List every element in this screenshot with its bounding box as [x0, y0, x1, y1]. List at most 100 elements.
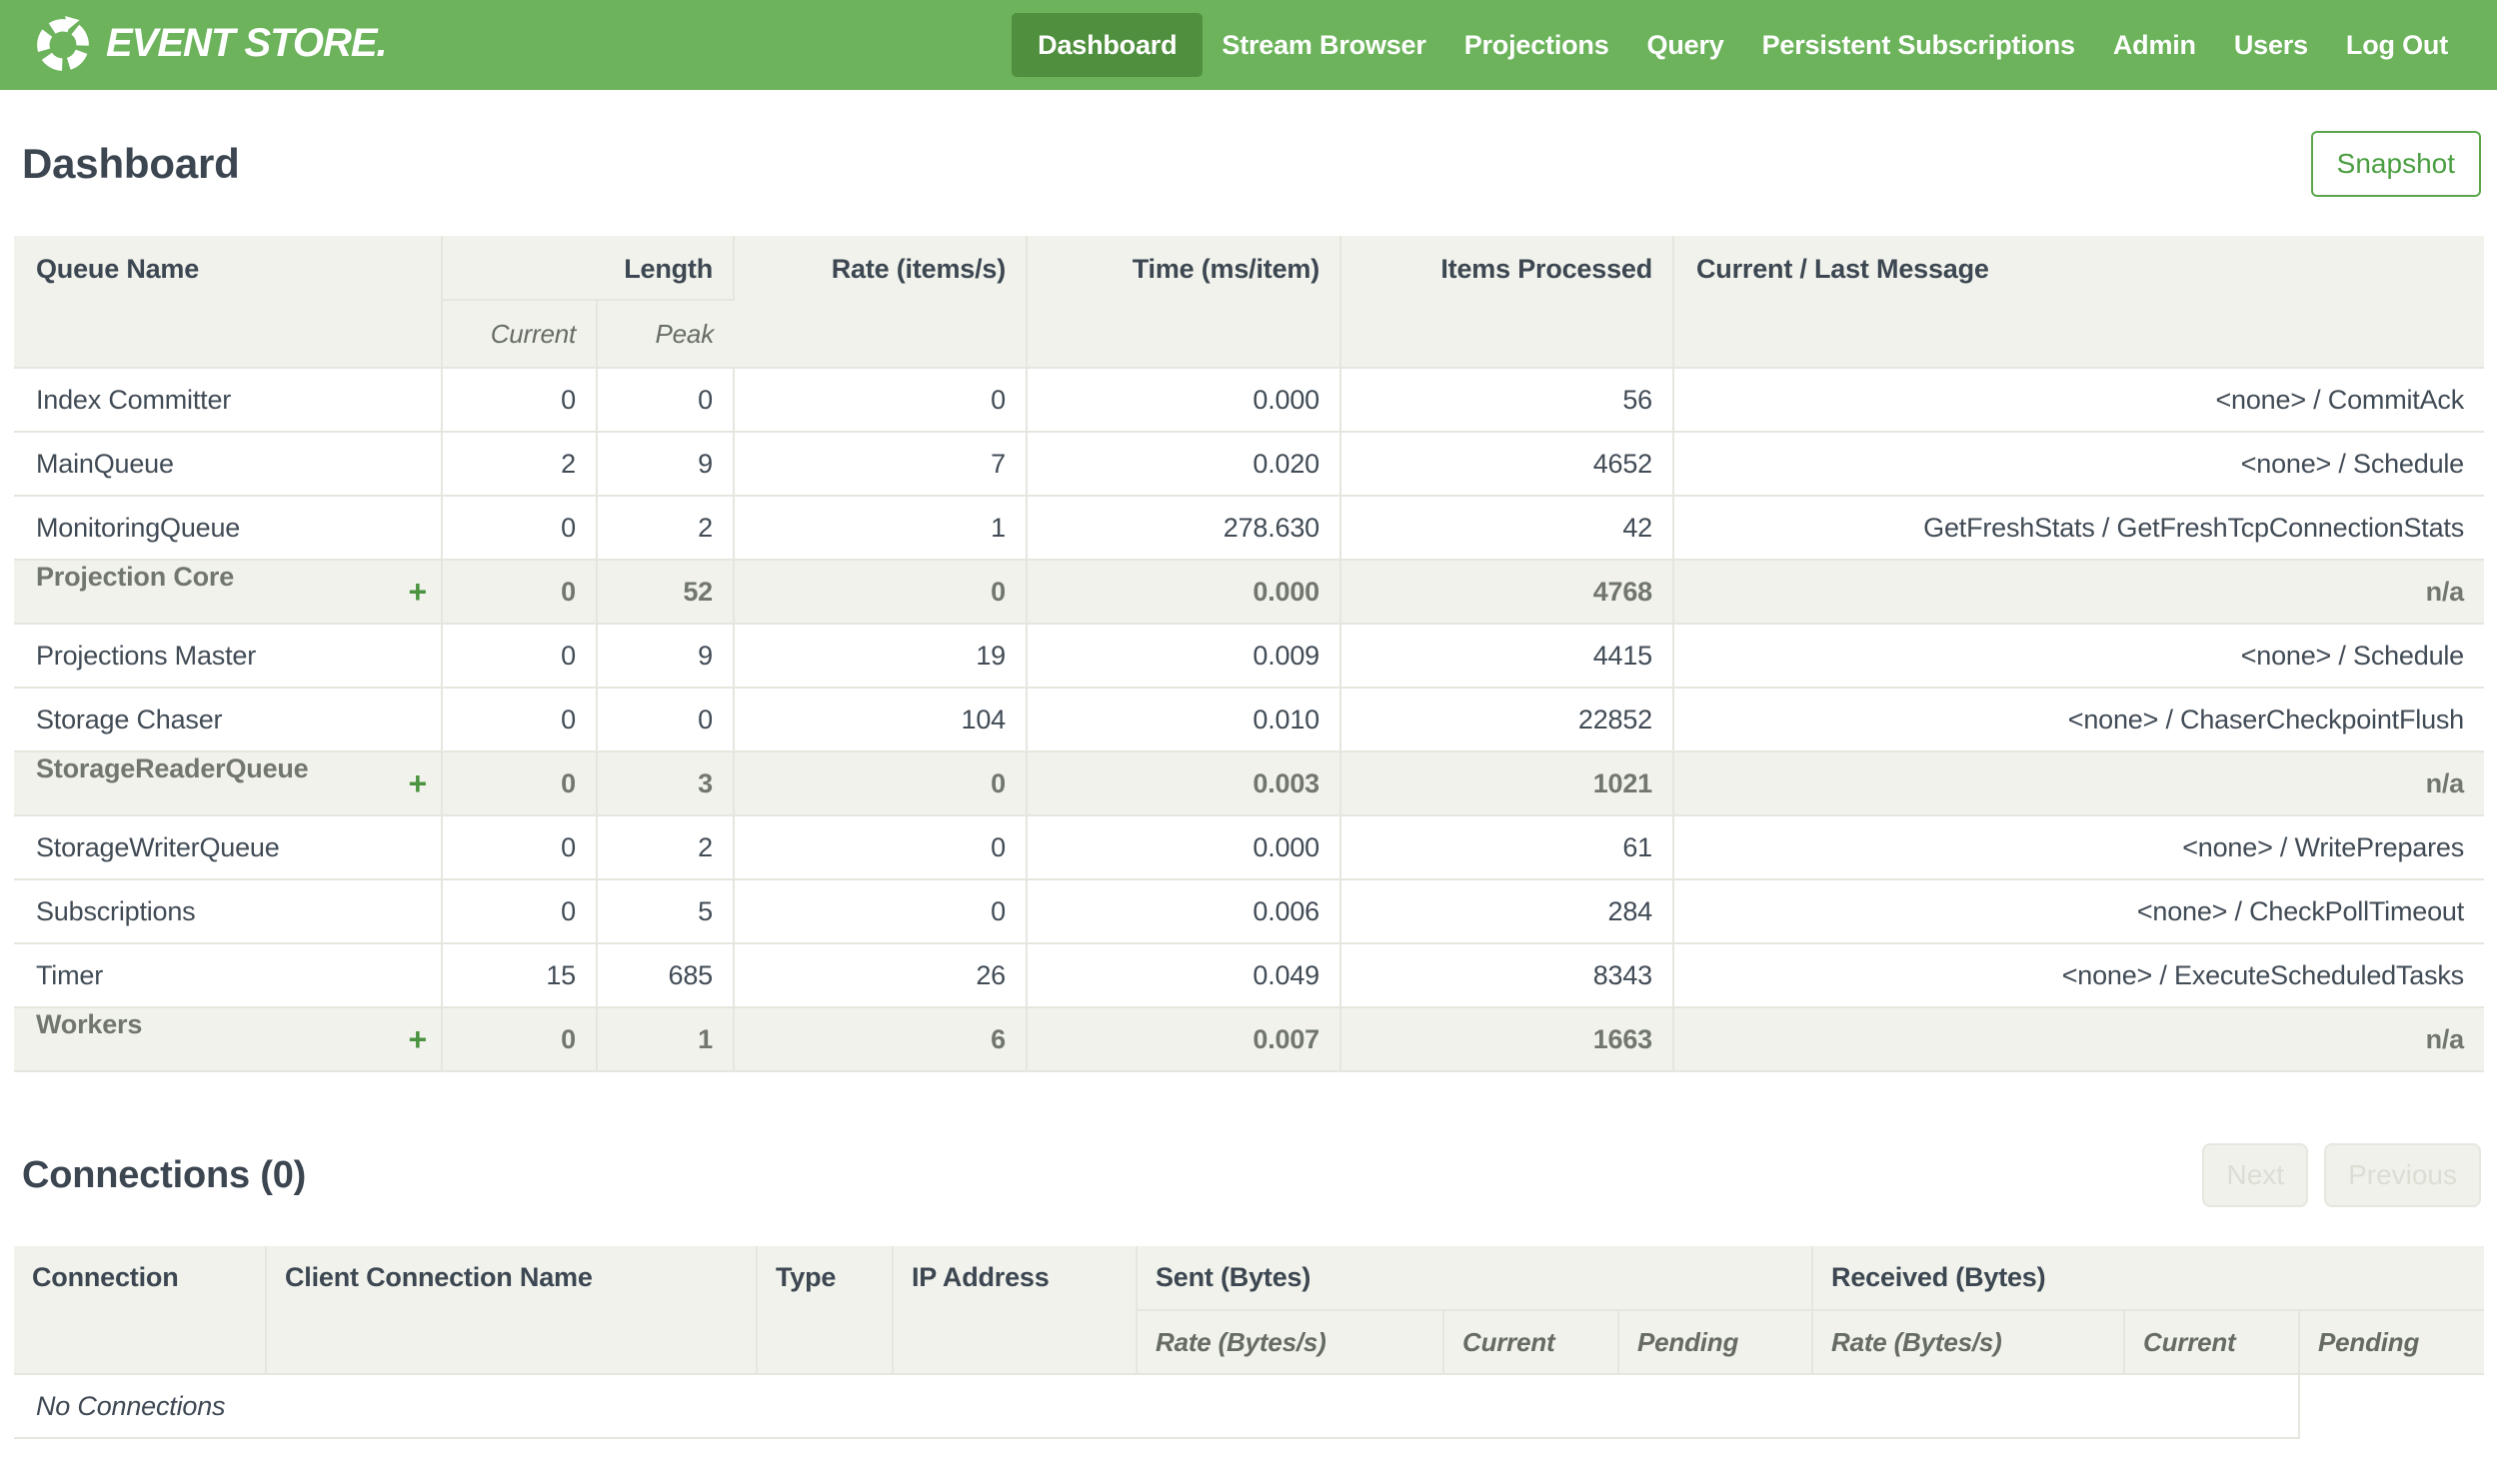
- col-received-pending: Pending: [2299, 1310, 2485, 1375]
- col-received-bytes: Received (Bytes): [1812, 1246, 2485, 1311]
- queue-row: StorageWriterQueue 0 2 0 0.000 61 <none> / Wri…: [14, 815, 2484, 880]
- queue-cell-time: 0.009: [1027, 624, 1341, 689]
- queue-name: Timer: [36, 959, 103, 990]
- col-time: Time (ms/item): [1027, 236, 1341, 369]
- queue-cell-peak: 9: [597, 624, 735, 689]
- queue-cell-items: 1021: [1340, 751, 1674, 816]
- queue-cell-current: 2: [442, 432, 598, 497]
- queue-cell-time: 0.000: [1027, 368, 1341, 433]
- nav-item-log-out[interactable]: Log Out: [2327, 13, 2467, 77]
- col-ip-address: IP Address: [893, 1246, 1138, 1375]
- queue-name-cell: Storage Chaser: [14, 688, 443, 752]
- queue-name: StorageReaderQueue: [36, 753, 309, 783]
- col-client-connection-name: Client Connection Name: [266, 1246, 758, 1375]
- nav-item-dashboard[interactable]: Dashboard: [1012, 13, 1204, 77]
- queue-table: Queue Name Length Rate (items/s) Time (m…: [14, 236, 2484, 1072]
- nav-item-projections[interactable]: Projections: [1445, 13, 1628, 77]
- queue-name-cell: Projections Master: [14, 624, 443, 689]
- queue-name: StorageWriterQueue: [36, 831, 280, 862]
- queue-cell-message: <none> / WritePrepares: [1673, 815, 2484, 880]
- queue-cell-peak: 5: [597, 879, 735, 944]
- queue-cell-peak: 2: [597, 496, 735, 561]
- queue-cell-current: 0: [442, 368, 598, 433]
- expand-icon[interactable]: +: [409, 753, 428, 813]
- queue-cell-items: 4415: [1340, 624, 1674, 689]
- queue-cell-time: 0.020: [1027, 432, 1341, 497]
- queue-cell-items: 61: [1340, 815, 1674, 880]
- queue-name: Storage Chaser: [36, 704, 223, 735]
- nav-item-admin[interactable]: Admin: [2094, 13, 2215, 77]
- queue-cell-items: 8343: [1340, 943, 1674, 1008]
- col-message: Current / Last Message: [1673, 236, 2484, 369]
- nav-item-users[interactable]: Users: [2215, 13, 2327, 77]
- queue-cell-rate: 104: [734, 688, 1028, 752]
- queue-cell-rate: 0: [734, 368, 1028, 433]
- col-length-peak: Peak: [597, 300, 734, 369]
- queue-cell-message: n/a: [1673, 1007, 2484, 1072]
- queue-cell-time: 0.000: [1027, 560, 1341, 625]
- next-button[interactable]: Next: [2202, 1143, 2309, 1207]
- nav-item-stream-browser[interactable]: Stream Browser: [1203, 13, 1444, 77]
- queue-cell-peak: 0: [597, 368, 735, 433]
- col-sent-current: Current: [1443, 1310, 1619, 1375]
- queue-cell-message: <none> / CheckPollTimeout: [1673, 879, 2484, 944]
- snapshot-button[interactable]: Snapshot: [2310, 131, 2481, 197]
- queue-name-cell: + Projection Core: [14, 560, 443, 625]
- queue-cell-current: 0: [442, 751, 598, 816]
- queue-cell-time: 0.010: [1027, 688, 1341, 752]
- nav-item-persistent-subscriptions[interactable]: Persistent Subscriptions: [1743, 13, 2094, 77]
- queue-row: Timer 15 685 26 0.049 8343 <none> / ExecuteSch…: [14, 943, 2484, 1008]
- queue-name-cell: + Workers: [14, 1007, 443, 1072]
- queue-cell-rate: 26: [734, 943, 1028, 1008]
- queue-cell-items: 4652: [1340, 432, 1674, 497]
- queue-cell-current: 0: [442, 1007, 598, 1072]
- page-title: Dashboard: [22, 140, 240, 187]
- queue-cell-rate: 19: [734, 624, 1028, 689]
- queue-cell-items: 4768: [1340, 560, 1674, 625]
- queue-name-cell: Timer: [14, 943, 443, 1008]
- queue-cell-peak: 52: [597, 560, 735, 625]
- queue-cell-time: 0.003: [1027, 751, 1341, 816]
- main-content: Dashboard Snapshot Queue Name Length Rat…: [0, 126, 2497, 1439]
- queue-cell-peak: 2: [597, 815, 735, 880]
- queue-row: MainQueue 2 9 7 0.020 4652 <none> / Schedule: [14, 432, 2484, 497]
- queue-cell-rate: 0: [734, 815, 1028, 880]
- queue-name: Workers: [36, 1009, 143, 1039]
- queue-cell-time: 0.006: [1027, 879, 1341, 944]
- queue-cell-peak: 1: [597, 1007, 735, 1072]
- connections-title: Connections (0): [22, 1153, 307, 1196]
- queue-row: Index Committer 0 0 0 0.000 56 <none> / Commit…: [14, 368, 2484, 433]
- queue-cell-time: 0.049: [1027, 943, 1341, 1008]
- expand-icon[interactable]: +: [409, 562, 428, 622]
- queue-name-cell: + StorageReaderQueue: [14, 751, 443, 816]
- queue-cell-message: GetFreshStats / GetFreshTcpConnectionSta…: [1673, 496, 2484, 561]
- col-length-current: Current: [442, 300, 598, 369]
- col-sent-rate: Rate (Bytes/s): [1137, 1310, 1444, 1375]
- nav-item-query[interactable]: Query: [1628, 13, 1743, 77]
- queue-name: Projection Core: [36, 562, 235, 592]
- queue-row: + Projection Core 0 52 0 0.000 4768 n/a: [14, 560, 2484, 625]
- col-length: Length: [442, 236, 735, 301]
- queue-cell-peak: 0: [597, 688, 735, 752]
- brand: EVENT STORE.: [34, 16, 388, 74]
- queue-cell-items: 1663: [1340, 1007, 1674, 1072]
- col-received-current: Current: [2124, 1310, 2301, 1375]
- queue-cell-message: <none> / ChaserCheckpointFlush: [1673, 688, 2484, 752]
- queue-cell-items: 42: [1340, 496, 1674, 561]
- col-type: Type: [757, 1246, 894, 1375]
- queue-name-cell: MonitoringQueue: [14, 496, 443, 561]
- col-queue-name: Queue Name: [14, 236, 443, 369]
- pager: Next Previous: [2202, 1143, 2481, 1207]
- previous-button[interactable]: Previous: [2324, 1143, 2481, 1207]
- queue-table-header: Queue Name Length Rate (items/s) Time (m…: [14, 236, 2484, 369]
- queue-cell-items: 22852: [1340, 688, 1674, 752]
- page-head: Dashboard Snapshot: [14, 126, 2483, 202]
- queue-table-body: Index Committer 0 0 0 0.000 56 <none> / Commit…: [14, 368, 2484, 1072]
- queue-row: Projections Master 0 9 19 0.009 4415 <none> / …: [14, 624, 2484, 689]
- no-connections-message: No Connections: [14, 1374, 2301, 1439]
- queue-name: Index Committer: [36, 384, 232, 415]
- queue-cell-rate: 7: [734, 432, 1028, 497]
- col-received-rate: Rate (Bytes/s): [1812, 1310, 2126, 1375]
- expand-icon[interactable]: +: [409, 1009, 428, 1069]
- col-connection: Connection: [14, 1246, 267, 1375]
